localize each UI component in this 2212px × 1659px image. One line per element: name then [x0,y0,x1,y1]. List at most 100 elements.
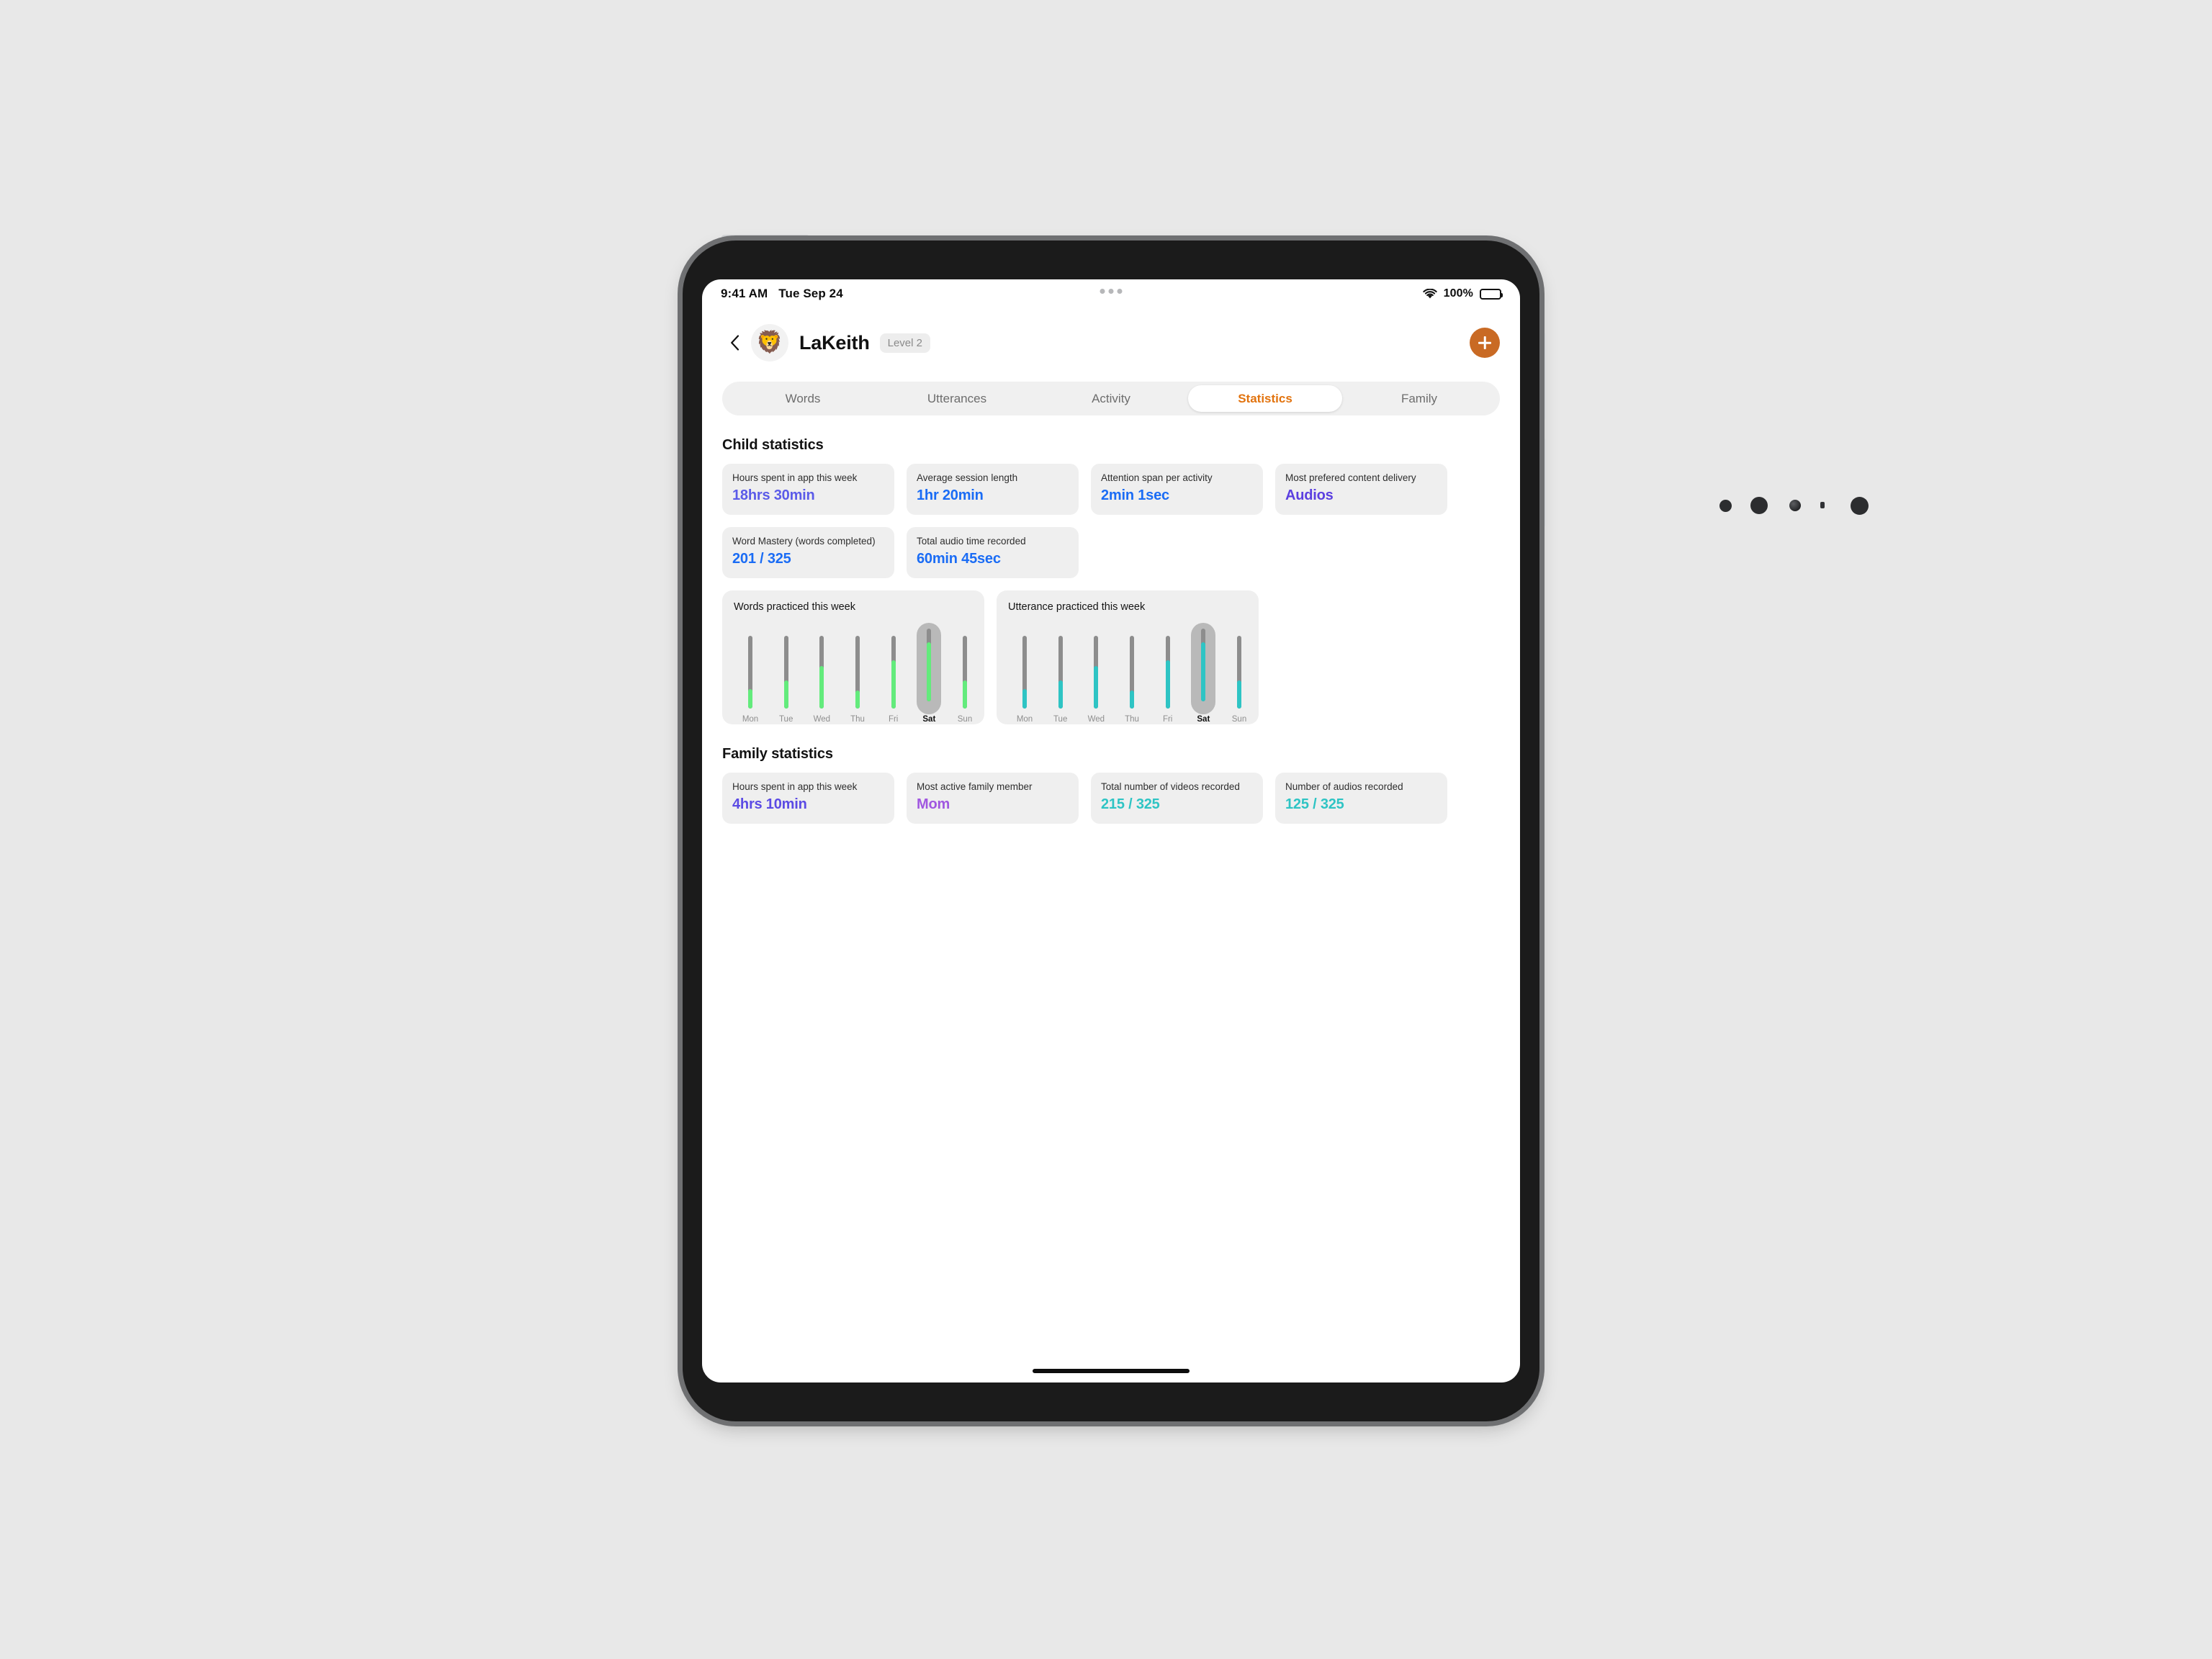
family-statistics-heading: Family statistics [722,746,833,762]
stat-card-label: Number of audios recorded [1285,781,1403,792]
bar-fill [748,688,752,709]
tab-words[interactable]: Words [726,385,880,412]
bar-column-wed[interactable]: Wed [1084,636,1108,724]
stat-card-label: Attention span per activity [1101,472,1213,483]
stat-card-label: Hours spent in app this week [732,781,858,792]
app-content: 🦁 LaKeith Level 2 Words Utterances Activ… [702,308,1520,824]
avatar[interactable]: 🦁 [751,324,788,361]
tab-bar: Words Utterances Activity Statistics Fam… [722,382,1500,415]
stat-card-label: Hours spent in app this week [732,472,858,483]
chart-plot: Mon Tue Wed Thu Fri Sat Sun [734,623,973,724]
battery-percent: 100% [1443,287,1473,300]
stat-card-label: Total audio time recorded [917,536,1026,547]
camera-lens-icon [1789,500,1801,511]
bar-column-tue[interactable]: Tue [1048,636,1073,724]
bar-fill [927,642,932,701]
stat-card[interactable]: Most active family member Mom [907,773,1079,824]
stat-card-value: 1hr 20min [917,487,984,503]
bar-column-sat[interactable]: Sat [1191,623,1216,724]
stat-card-value: 215 / 325 [1101,796,1160,812]
bar-track [891,636,896,709]
stat-card[interactable]: Attention span per activity 2min 1sec [1091,464,1263,515]
stat-card-value: 4hrs 10min [732,796,807,812]
chart-title: Words practiced this week [734,601,855,613]
bar-column-wed[interactable]: Wed [809,636,834,724]
stat-card-value: 18hrs 30min [732,487,815,503]
multitask-handle-icon[interactable] [1100,289,1123,294]
sensor-icon [1719,500,1732,512]
bar-column-mon[interactable]: Mon [738,636,763,724]
stat-card-value: Audios [1285,487,1334,503]
lion-avatar-glyph: 🦁 [756,331,783,354]
bar-fill [1058,680,1063,709]
battery-full-icon [1480,288,1503,300]
bar-fill [1165,660,1170,709]
bar-track [748,636,752,709]
status-time: 9:41 AM [721,287,768,300]
family-statistics-grid: Hours spent in app this week 4hrs 10min … [722,773,1500,824]
back-button[interactable] [722,328,747,357]
stat-card-value: 60min 45sec [917,550,1001,567]
bar-column-thu[interactable]: Thu [845,636,870,724]
bar-fill [1201,642,1206,701]
stat-card[interactable]: Number of audios recorded 125 / 325 [1275,773,1447,824]
bar-column-mon[interactable]: Mon [1012,636,1037,724]
bar-label: Thu [850,715,865,724]
bar-fill [891,660,896,709]
bar-fill [855,690,860,709]
bar-track [1237,636,1241,709]
bar-label: Sat [1197,715,1210,724]
bar-label: Wed [813,715,831,724]
stat-card[interactable]: Total number of videos recorded 215 / 32… [1091,773,1263,824]
level-badge: Level 2 [879,333,930,353]
stat-card[interactable]: Total audio time recorded 60min 45sec [907,527,1079,578]
bar-label: Mon [1016,715,1033,724]
bar-track [855,636,860,709]
bar-fill [783,680,788,709]
bar-column-tue[interactable]: Tue [774,636,799,724]
app-header: 🦁 LaKeith Level 2 [722,308,1500,377]
stat-card-label: Most prefered content delivery [1285,472,1416,483]
bar-label: Fri [888,715,899,724]
bar-column-sun[interactable]: Sun [953,636,977,724]
bar-label: Sat [922,715,936,724]
tablet-screen: 9:41 AM Tue Sep 24 100% 🦁 LaKeith Level … [702,279,1520,1382]
bar-track [1129,636,1134,709]
bar-track [1165,636,1170,709]
bar-track [1022,636,1027,709]
bar-column-fri[interactable]: Fri [881,636,906,724]
stat-card[interactable]: Hours spent in app this week 4hrs 10min [722,773,894,824]
stat-card[interactable]: Most prefered content delivery Audios [1275,464,1447,515]
bar-fill [819,666,824,709]
bar-track [783,636,788,709]
bar-column-fri[interactable]: Fri [1156,636,1180,724]
page-title: LaKeith [799,331,870,354]
camera-lens-icon [1750,497,1768,514]
stat-card-label: Word Mastery (words completed) [732,536,876,547]
tablet-device-frame: 9:41 AM Tue Sep 24 100% 🦁 LaKeith Level … [683,240,1869,1421]
tab-activity[interactable]: Activity [1034,385,1188,412]
stat-card-value: 125 / 325 [1285,796,1344,812]
stat-card[interactable]: Average session length 1hr 20min [907,464,1079,515]
tab-family[interactable]: Family [1342,385,1496,412]
home-indicator[interactable] [1033,1369,1190,1373]
bar-track [927,629,932,701]
tab-statistics[interactable]: Statistics [1188,385,1342,412]
bar-fill [1094,666,1099,709]
bar-label: Thu [1125,715,1139,724]
stat-card[interactable]: Hours spent in app this week 18hrs 30min [722,464,894,515]
bar-fill [1022,688,1027,709]
bar-column-sun[interactable]: Sun [1227,636,1251,724]
bar-column-sat[interactable]: Sat [917,623,942,724]
status-bar-left: 9:41 AM Tue Sep 24 [721,287,843,301]
tab-utterances[interactable]: Utterances [880,385,1034,412]
stat-card[interactable]: Word Mastery (words completed) 201 / 325 [722,527,894,578]
bar-fill [1237,680,1241,709]
child-statistics-heading: Child statistics [722,437,824,453]
bar-fill [1129,690,1134,709]
bar-column-thu[interactable]: Thu [1120,636,1144,724]
bar-label: Tue [778,715,793,724]
status-bar-right: 100% [1423,287,1503,300]
add-button[interactable] [1470,328,1500,358]
screenshot-stage: 9:41 AM Tue Sep 24 100% 🦁 LaKeith Level … [0,0,2212,1659]
